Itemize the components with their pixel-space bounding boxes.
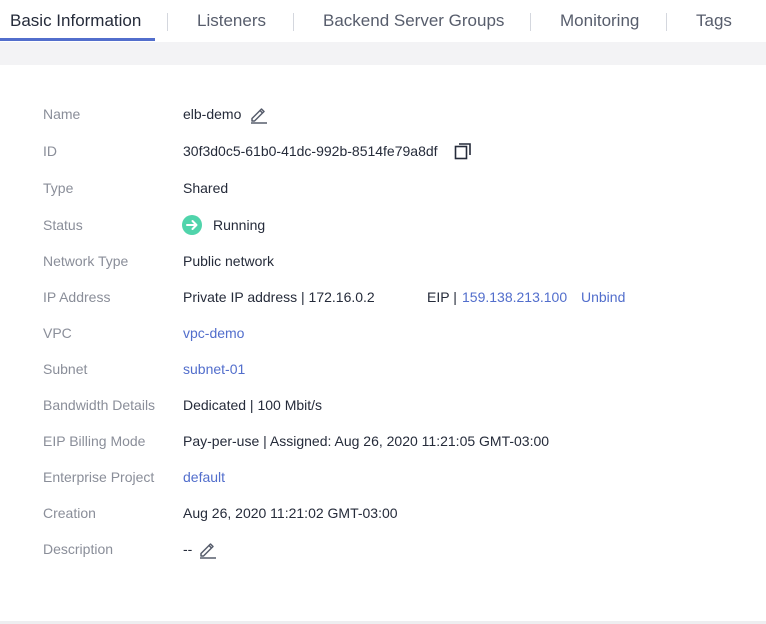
detail-row-eip-billing: EIP Billing Mode Pay-per-use | Assigned:… (0, 429, 766, 453)
type-label: Type (43, 180, 74, 196)
id-label: ID (43, 143, 57, 159)
id-value: 30f3d0c5-61b0-41dc-992b-8514fe79a8df (183, 143, 438, 159)
copy-id-icon[interactable] (453, 141, 473, 168)
creation-label: Creation (43, 505, 96, 521)
status-value: Running (213, 217, 266, 233)
tab-listeners[interactable]: Listeners (197, 0, 266, 42)
description-value: -- (183, 541, 193, 557)
running-arrow-icon (182, 215, 202, 235)
type-value: Shared (183, 180, 229, 196)
detail-row-name: Name elb-demo (0, 102, 766, 126)
eip-link[interactable]: 159.138.213.100 (462, 285, 567, 309)
network-type-value: Public network (183, 253, 275, 269)
detail-row-creation: Creation Aug 26, 2020 11:21:02 GMT-03:00 (0, 501, 766, 525)
detail-row-vpc: VPC vpc-demo (0, 321, 766, 345)
tab-divider (666, 13, 667, 31)
detail-row-ip-address: IP Address Private IP address | 172.16.0… (0, 285, 766, 309)
detail-row-bandwidth: Bandwidth Details Dedicated | 100 Mbit/s (0, 393, 766, 417)
detail-row-subnet: Subnet subnet-01 (0, 357, 766, 381)
subnet-label: Subnet (43, 361, 88, 377)
section-separator (0, 42, 766, 65)
tab-backend-server-groups[interactable]: Backend Server Groups (323, 0, 504, 42)
tab-bar: Basic Information Listeners Backend Serv… (0, 0, 766, 42)
network-type-label: Network Type (43, 253, 129, 269)
tab-divider (167, 13, 168, 31)
creation-value: Aug 26, 2020 11:21:02 GMT-03:00 (183, 505, 398, 521)
eip-prefix: EIP | (427, 289, 457, 305)
name-value: elb-demo (183, 106, 242, 122)
vpc-link[interactable]: vpc-demo (183, 321, 244, 345)
detail-row-enterprise-project: Enterprise Project default (0, 465, 766, 489)
tab-tags[interactable]: Tags (696, 0, 732, 42)
vpc-label: VPC (43, 325, 72, 341)
eip-billing-value: Pay-per-use | Assigned: Aug 26, 2020 11:… (183, 433, 550, 449)
detail-row-network-type: Network Type Public network (0, 249, 766, 273)
ip-address-label: IP Address (43, 289, 111, 305)
bandwidth-label: Bandwidth Details (43, 397, 156, 413)
unbind-link[interactable]: Unbind (581, 285, 625, 309)
enterprise-project-link[interactable]: default (183, 465, 225, 489)
edit-description-icon[interactable] (198, 539, 218, 566)
edit-name-icon[interactable] (249, 104, 269, 131)
description-label: Description (43, 541, 114, 557)
tab-divider (293, 13, 294, 31)
eip-billing-label: EIP Billing Mode (43, 433, 146, 449)
private-ip-value: Private IP address | 172.16.0.2 (183, 289, 375, 305)
tab-basic-information[interactable]: Basic Information (10, 0, 141, 42)
active-tab-indicator (0, 38, 155, 41)
enterprise-project-label: Enterprise Project (43, 469, 155, 485)
bandwidth-value: Dedicated | 100 Mbit/s (183, 397, 323, 413)
detail-row-status: Status Running (0, 213, 766, 237)
basic-information-panel: Name elb-demo ID 30f3d0c5-61b0-41dc-992b… (0, 65, 766, 621)
detail-row-id: ID 30f3d0c5-61b0-41dc-992b-8514fe79a8df (0, 139, 766, 163)
detail-row-type: Type Shared (0, 176, 766, 200)
tab-monitoring[interactable]: Monitoring (560, 0, 639, 42)
subnet-link[interactable]: subnet-01 (183, 357, 245, 381)
tab-divider (530, 13, 531, 31)
name-label: Name (43, 106, 81, 122)
detail-row-description: Description -- (0, 537, 766, 561)
status-label: Status (43, 217, 83, 233)
